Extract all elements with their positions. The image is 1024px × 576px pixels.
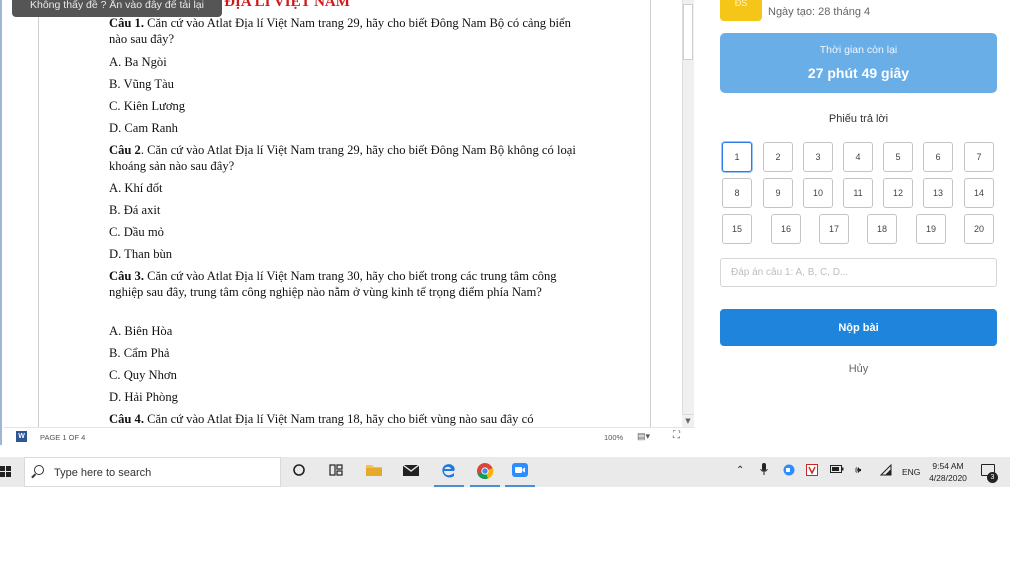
answer-button[interactable]: 2 xyxy=(763,142,793,172)
zoom-icon[interactable] xyxy=(509,462,531,482)
answer-button[interactable]: 19 xyxy=(916,214,946,244)
option: C. Dầu mỏ xyxy=(109,225,164,239)
answer-sheet-title: Phiếu trả lời xyxy=(828,113,889,125)
vertical-scrollbar[interactable] xyxy=(682,0,694,427)
cortana-icon[interactable] xyxy=(288,462,310,482)
document-page: BÀI TẬP ATLAT ĐỊA LÍ VIỆT NAM Câu 1. Căn… xyxy=(4,0,682,427)
answer-button[interactable]: 18 xyxy=(867,214,897,244)
option: B. Vũng Tàu xyxy=(109,77,174,91)
search-icon xyxy=(34,465,44,475)
page-indicator: PAGE 1 OF 4 xyxy=(40,433,86,442)
question-label: Câu 4. xyxy=(109,412,144,426)
task-view-icon[interactable] xyxy=(325,462,347,482)
windows-taskbar: Type here to search ⌃ 🕪 ENG 9:54 AM 4/28… xyxy=(0,457,1010,487)
word-icon: W xyxy=(16,431,27,442)
answer-button[interactable]: 7 xyxy=(964,142,994,172)
search-placeholder: Type here to search xyxy=(54,467,152,479)
edge-active-indicator xyxy=(434,485,464,487)
file-explorer-icon[interactable] xyxy=(363,462,385,482)
question-text: Căn cứ vào Atlat Địa lí Việt Nam trang 1… xyxy=(144,412,534,426)
wifi-icon[interactable] xyxy=(879,463,892,479)
option: B. Cẩm Phả xyxy=(109,346,170,360)
scrollbar-thumb[interactable] xyxy=(683,4,693,60)
created-date: Ngày tạo: 28 tháng 4 xyxy=(768,6,871,18)
chrome-active-indicator xyxy=(470,485,500,487)
question-3: Câu 3. Căn cứ vào Atlat Địa lí Việt Nam … xyxy=(109,269,587,300)
answer-button[interactable]: 1 xyxy=(722,142,752,172)
answer-button[interactable]: 3 xyxy=(803,142,833,172)
subject-badge: ĐS xyxy=(720,0,762,21)
answer-button[interactable]: 20 xyxy=(964,214,994,244)
question-text: Căn cứ vào Atlat Địa lí Việt Nam trang 2… xyxy=(109,16,571,46)
battery-icon[interactable] xyxy=(830,464,844,477)
option: B. Đá axit xyxy=(109,203,161,217)
question-label: Câu 1. xyxy=(109,16,144,30)
question-4: Câu 4. Căn cứ vào Atlat Địa lí Việt Nam … xyxy=(109,412,587,427)
answer-button[interactable]: 10 xyxy=(803,178,833,208)
timer-label: Thời gian còn lại xyxy=(819,44,898,56)
answer-button[interactable]: 15 xyxy=(722,214,752,244)
fit-page-icon[interactable]: ⛶ xyxy=(673,430,680,441)
edge-icon[interactable] xyxy=(437,462,459,482)
volume-icon[interactable]: 🕪 xyxy=(855,465,861,476)
answer-button[interactable]: 8 xyxy=(722,178,752,208)
answer-button[interactable]: 4 xyxy=(843,142,873,172)
language-indicator[interactable]: ENG xyxy=(902,467,920,477)
answer-button[interactable]: 11 xyxy=(843,178,873,208)
option: C. Quy Nhơn xyxy=(109,368,177,382)
answer-button[interactable]: 5 xyxy=(883,142,913,172)
taskbar-search[interactable]: Type here to search xyxy=(24,457,281,487)
question-1: Câu 1. Căn cứ vào Atlat Địa lí Việt Nam … xyxy=(109,16,587,47)
timer-value: 27 phút 49 giây xyxy=(807,65,910,81)
option: A. Ba Ngòi xyxy=(109,55,167,69)
chevron-up-icon[interactable]: ⌃ xyxy=(736,465,744,476)
view-mode-icon[interactable]: ▤▾ xyxy=(637,431,650,442)
clock-time: 9:54 AM xyxy=(932,461,964,471)
windows-start-icon[interactable] xyxy=(0,457,16,487)
page-left-edge xyxy=(38,0,39,427)
taskbar-clock[interactable]: 9:54 AM 4/28/2020 xyxy=(924,460,972,484)
scroll-down-arrow-icon[interactable]: ▼ xyxy=(682,414,694,427)
chrome-icon[interactable] xyxy=(474,462,496,482)
document-viewer[interactable]: BÀI TẬP ATLAT ĐỊA LÍ VIỆT NAM Câu 1. Căn… xyxy=(0,0,695,445)
question-label: Câu 2 xyxy=(109,143,141,157)
answer-button[interactable]: 12 xyxy=(883,178,913,208)
question-text: . Căn cứ vào Atlat Địa lí Việt Nam trang… xyxy=(109,143,576,173)
microphone-icon[interactable] xyxy=(760,463,768,479)
zoom-active-indicator xyxy=(505,485,535,487)
question-label: Câu 3. xyxy=(109,269,144,283)
option: D. Cam Ranh xyxy=(109,121,178,135)
zoom-tray-icon[interactable] xyxy=(783,464,795,479)
cancel-link[interactable]: Hủy xyxy=(720,363,997,375)
option: D. Hải Phòng xyxy=(109,390,178,404)
reload-tooltip[interactable]: Không thấy đề ? Ấn vào đây để tải lại xyxy=(12,0,222,17)
answer-button[interactable]: 17 xyxy=(819,214,849,244)
document-statusbar: W PAGE 1 OF 4 100% ▤▾ ⛶ xyxy=(4,427,695,445)
answer-button[interactable]: 9 xyxy=(763,178,793,208)
submit-button[interactable]: Nộp bài xyxy=(720,309,997,346)
page-right-edge xyxy=(650,0,651,427)
mail-icon[interactable] xyxy=(400,462,422,482)
app-tray-icon[interactable] xyxy=(806,464,818,479)
option: C. Kiên Lương xyxy=(109,99,186,113)
option: D. Than bùn xyxy=(109,247,173,261)
answer-button[interactable]: 14 xyxy=(964,178,994,208)
clock-date: 4/28/2020 xyxy=(929,473,967,483)
answer-button[interactable]: 16 xyxy=(771,214,801,244)
question-text: Căn cứ vào Atlat Địa lí Việt Nam trang 3… xyxy=(109,269,557,299)
notification-count: 3 xyxy=(987,472,998,483)
zoom-level[interactable]: 100% xyxy=(604,433,623,442)
option: A. Biên Hòa xyxy=(109,324,173,338)
answer-button[interactable]: 6 xyxy=(923,142,953,172)
question-2: Câu 2. Căn cứ vào Atlat Địa lí Việt Nam … xyxy=(109,143,587,174)
answer-input[interactable] xyxy=(720,258,997,287)
timer-panel: Thời gian còn lại 27 phút 49 giây xyxy=(720,33,997,93)
answer-button[interactable]: 13 xyxy=(923,178,953,208)
option: A. Khí đốt xyxy=(109,181,163,195)
